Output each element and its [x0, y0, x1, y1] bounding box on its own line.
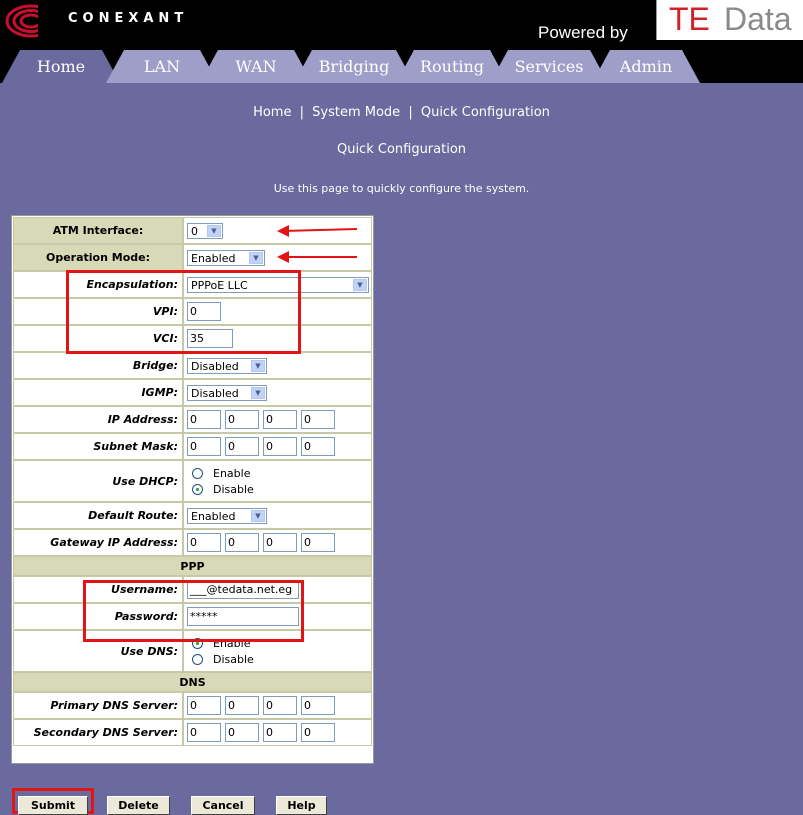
- atm-interface-label: ATM Interface:: [13, 217, 183, 244]
- bridge-label: Bridge:: [13, 352, 183, 379]
- radio-icon: [192, 653, 203, 665]
- subnet-mask-label: Subnet Mask:: [13, 433, 183, 460]
- breadcrumb-system-mode[interactable]: System Mode: [312, 105, 400, 120]
- chevron-down-icon: ▼: [251, 359, 265, 372]
- conexant-logo-icon: [5, 4, 56, 38]
- mask-octet-input[interactable]: 0: [301, 437, 335, 456]
- chevron-down-icon: ▼: [207, 224, 221, 237]
- ip-address-fields: 0000: [183, 406, 372, 433]
- tab-services-label: Services: [514, 57, 584, 76]
- secondary-dns-fields: 0000: [183, 719, 372, 746]
- gateway-octet-input[interactable]: 0: [301, 533, 335, 552]
- te-data-logo: TE Data: [656, 0, 803, 40]
- secondary-dns-octet-input[interactable]: 0: [187, 723, 221, 742]
- tab-home[interactable]: Home: [2, 50, 120, 83]
- secondary-dns-octet-input[interactable]: 0: [225, 723, 259, 742]
- chevron-down-icon: ▼: [251, 386, 265, 399]
- operation-mode-arrow-icon: [277, 251, 357, 263]
- header-bar: CONEXANT Powered by TE Data: [0, 0, 803, 50]
- delete-button[interactable]: Delete: [107, 796, 170, 815]
- atm-arrow-icon: [277, 225, 358, 237]
- ip-octet-input[interactable]: 0: [301, 410, 335, 429]
- gateway-octet-input[interactable]: 0: [263, 533, 297, 552]
- chevron-down-icon: ▼: [353, 278, 367, 291]
- secondary-dns-octet-input[interactable]: 0: [301, 723, 335, 742]
- tab-admin-label: Admin: [619, 57, 673, 76]
- tab-bridging-label: Bridging: [318, 57, 390, 76]
- bridge-select[interactable]: Disabled ▼: [187, 357, 267, 374]
- tab-routing-label: Routing: [419, 57, 485, 76]
- brand-name: CONEXANT: [68, 11, 189, 26]
- radio-selected-icon: [192, 483, 203, 495]
- primary-dns-octet-input[interactable]: 0: [263, 696, 297, 715]
- dns-disable-radio[interactable]: Disable: [192, 651, 371, 667]
- operation-mode-select[interactable]: Enabled ▼: [187, 249, 265, 266]
- primary-dns-octet-input[interactable]: 0: [301, 696, 335, 715]
- tab-wan-label: WAN: [235, 57, 277, 76]
- tab-services[interactable]: Services: [490, 50, 608, 83]
- radio-icon: [192, 467, 203, 479]
- operation-mode-label: Operation Mode:: [13, 244, 183, 271]
- page-description: Use this page to quickly configure the s…: [273, 182, 530, 195]
- dhcp-disable-radio[interactable]: Disable: [192, 481, 371, 497]
- ppp-section-header: PPP: [13, 556, 372, 576]
- tab-lan-label: LAN: [143, 57, 181, 76]
- te-logo-text: TE: [669, 1, 710, 37]
- ppp-credentials-highlight-box: [83, 580, 304, 642]
- breadcrumb-quick-config[interactable]: Quick Configuration: [421, 105, 550, 120]
- ip-octet-input[interactable]: 0: [187, 410, 221, 429]
- primary-dns-fields: 0000: [183, 692, 372, 719]
- secondary-dns-octet-input[interactable]: 0: [263, 723, 297, 742]
- mask-octet-input[interactable]: 0: [263, 437, 297, 456]
- igmp-select[interactable]: Disabled ▼: [187, 384, 267, 401]
- mask-octet-input[interactable]: 0: [225, 437, 259, 456]
- primary-dns-octet-input[interactable]: 0: [225, 696, 259, 715]
- subnet-mask-fields: 0000: [183, 433, 372, 460]
- igmp-label: IGMP:: [13, 379, 183, 406]
- chevron-down-icon: ▼: [249, 251, 263, 264]
- dns-section-header: DNS: [13, 672, 372, 692]
- tab-bar: Home LAN WAN Bridging Routing Services A…: [0, 50, 803, 83]
- encapsulation-highlight-box: [66, 270, 301, 354]
- ip-octet-input[interactable]: 0: [225, 410, 259, 429]
- help-button[interactable]: Help: [276, 796, 327, 815]
- mask-octet-input[interactable]: 0: [187, 437, 221, 456]
- primary-dns-label: Primary DNS Server:: [13, 692, 183, 719]
- powered-by-text: Powered by: [538, 23, 628, 42]
- atm-interface-select[interactable]: 0 ▼: [187, 222, 223, 239]
- tab-home-label: Home: [36, 57, 86, 76]
- chevron-down-icon: ▼: [251, 509, 265, 522]
- ip-address-label: IP Address:: [13, 406, 183, 433]
- use-dhcp-label: Use DHCP:: [13, 460, 183, 502]
- default-route-select[interactable]: Enabled ▼: [187, 507, 267, 524]
- ip-octet-input[interactable]: 0: [263, 410, 297, 429]
- submit-button[interactable]: Submit: [18, 796, 88, 815]
- breadcrumb: Home | System Mode | Quick Configuration: [253, 105, 550, 120]
- gateway-ip-label: Gateway IP Address:: [13, 529, 183, 556]
- breadcrumb-home[interactable]: Home: [253, 105, 291, 120]
- page-title: Quick Configuration: [336, 142, 467, 157]
- tab-admin[interactable]: Admin: [592, 50, 700, 83]
- default-route-label: Default Route:: [13, 502, 183, 529]
- secondary-dns-label: Secondary DNS Server:: [13, 719, 183, 746]
- primary-dns-octet-input[interactable]: 0: [187, 696, 221, 715]
- dhcp-enable-radio[interactable]: Enable: [192, 465, 371, 481]
- gateway-ip-fields: 0000: [183, 529, 372, 556]
- cancel-button[interactable]: Cancel: [191, 796, 255, 815]
- gateway-octet-input[interactable]: 0: [225, 533, 259, 552]
- gateway-octet-input[interactable]: 0: [187, 533, 221, 552]
- data-logo-text: Data: [724, 1, 792, 37]
